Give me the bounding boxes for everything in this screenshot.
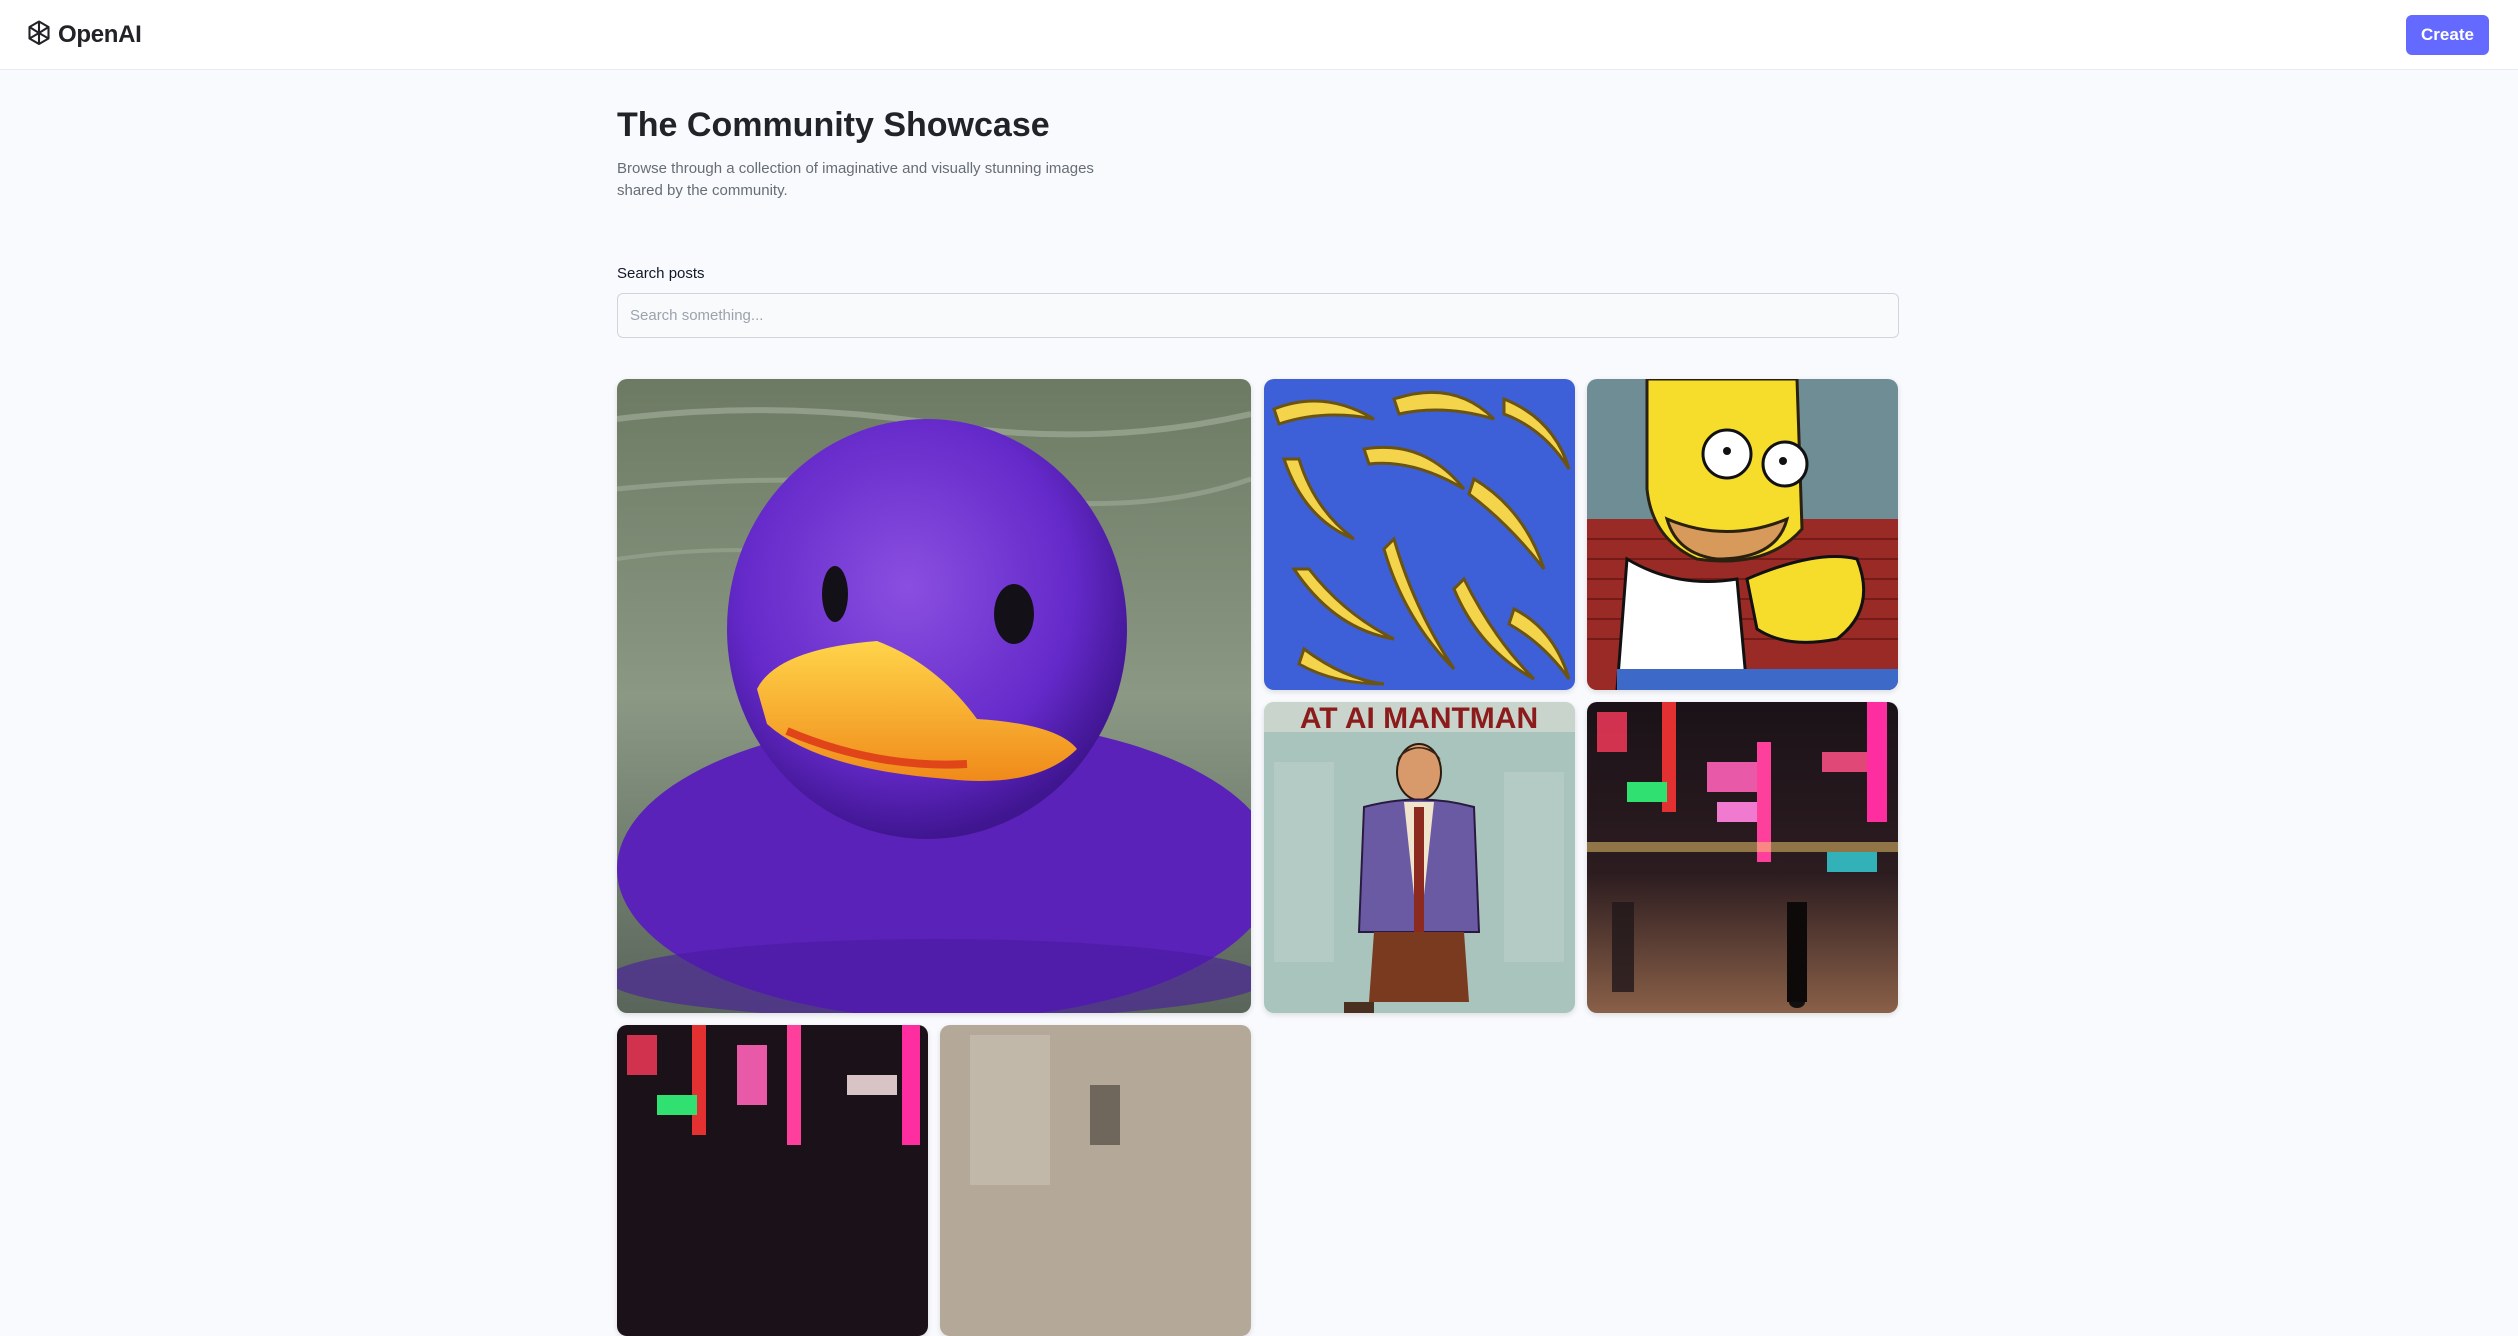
top-navbar: OpenAI Create	[0, 0, 2518, 70]
gallery-card-neon-street[interactable]	[1587, 702, 1898, 1013]
gallery-card-beige[interactable]	[940, 1025, 1251, 1336]
gallery-card-bananas[interactable]	[1264, 379, 1575, 690]
brand-name: OpenAI	[58, 21, 142, 48]
bananas-image	[1264, 379, 1575, 690]
openai-logo-icon	[24, 18, 54, 53]
search-label: Search posts	[617, 265, 705, 282]
beige-image	[940, 1025, 1251, 1336]
gallery-card-cartoon[interactable]	[1587, 379, 1898, 690]
page-title: The Community Showcase	[617, 106, 1050, 144]
cartoon-man-image: AT AI MANTMAN	[1264, 702, 1575, 1013]
cartoon-man-caption: AT AI MANTMAN	[1300, 702, 1538, 735]
openai-logo-link[interactable]: OpenAI	[24, 18, 142, 52]
gallery-card-neon-street-2[interactable]	[617, 1025, 928, 1336]
search-input[interactable]	[617, 293, 1899, 338]
cartoon-image	[1587, 379, 1898, 690]
page-subtitle: Browse through a collection of imaginati…	[617, 160, 1094, 199]
purple-duck-image	[617, 379, 1251, 1013]
create-button[interactable]: Create	[2406, 15, 2489, 55]
neon-street-image	[1587, 702, 1898, 1013]
gallery-card-purple-duck[interactable]	[617, 379, 1251, 1013]
neon-street-image-2	[617, 1025, 928, 1336]
gallery-card-cartoon-man[interactable]: AT AI MANTMAN	[1264, 702, 1575, 1013]
